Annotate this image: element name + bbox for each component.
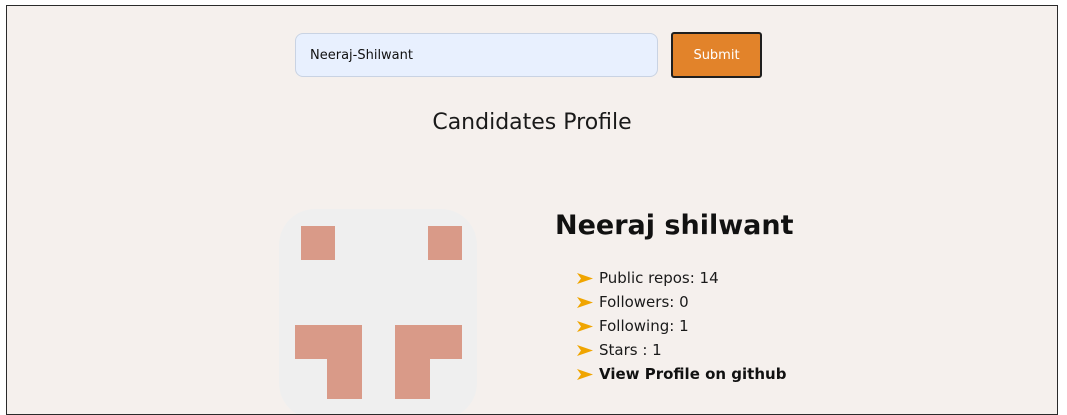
arrow-right-icon bbox=[577, 368, 593, 380]
github-profile-link[interactable]: View Profile on github bbox=[599, 362, 786, 386]
stat-public-repos: Public repos: 14 bbox=[599, 269, 719, 287]
avatar-tile bbox=[428, 226, 462, 260]
app-frame: Submit Candidates Profile Neeraj shilwan… bbox=[6, 5, 1058, 415]
stat-following: Following: 1 bbox=[599, 317, 689, 335]
list-item: Following: 1 bbox=[577, 314, 786, 338]
avatar bbox=[279, 209, 477, 414]
list-item: Stars : 1 bbox=[577, 338, 786, 362]
arrow-right-icon bbox=[577, 296, 593, 308]
avatar-tile bbox=[395, 325, 462, 359]
search-form: Submit bbox=[295, 32, 762, 78]
avatar-tile bbox=[301, 226, 335, 260]
username-input[interactable] bbox=[295, 33, 658, 77]
page-title: Candidates Profile bbox=[432, 110, 632, 135]
submit-button[interactable]: Submit bbox=[671, 32, 762, 78]
arrow-right-icon bbox=[577, 344, 593, 356]
list-item: View Profile on github bbox=[577, 362, 786, 386]
avatar-tile bbox=[395, 359, 430, 399]
profile-stats-list: Public repos: 14 Followers: 0 Following:… bbox=[577, 266, 786, 386]
list-item: Followers: 0 bbox=[577, 290, 786, 314]
profile-name: Neeraj shilwant bbox=[555, 210, 794, 241]
arrow-right-icon bbox=[577, 272, 593, 284]
avatar-tile bbox=[295, 325, 362, 359]
list-item: Public repos: 14 bbox=[577, 266, 786, 290]
arrow-right-icon bbox=[577, 320, 593, 332]
avatar-tile bbox=[327, 359, 362, 399]
stat-stars: Stars : 1 bbox=[599, 341, 662, 359]
stat-followers: Followers: 0 bbox=[599, 293, 689, 311]
